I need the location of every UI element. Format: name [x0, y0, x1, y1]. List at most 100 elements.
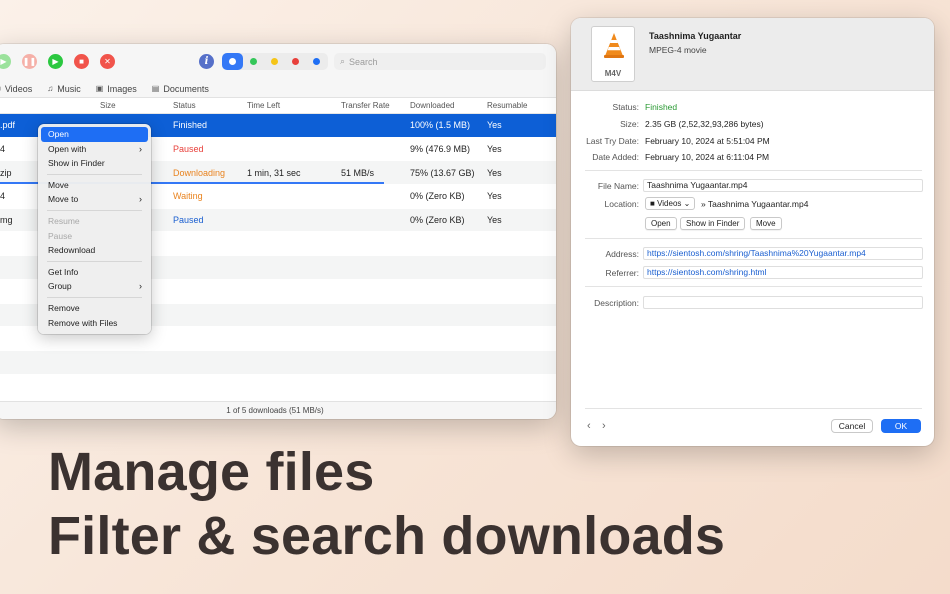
image-icon: ▣	[95, 84, 104, 93]
filter-green-button[interactable]	[243, 53, 264, 70]
divider	[585, 286, 922, 287]
open-button[interactable]: Open	[645, 217, 677, 230]
category-label: Documents	[163, 83, 209, 94]
file-title: Taashnima Yugaantar	[649, 31, 742, 41]
last-try-value: February 10, 2024 at 5:51:04 PM	[645, 136, 770, 146]
menu-label: Group	[48, 281, 72, 292]
resumable: Yes	[487, 215, 502, 226]
menu-label: Open with	[48, 143, 87, 154]
divider	[585, 408, 922, 409]
menu-show-in-finder[interactable]: Show in Finder	[41, 156, 148, 171]
downloaded: 75% (13.67 GB)	[410, 167, 475, 178]
menu-move-to[interactable]: Move to ›	[41, 192, 148, 207]
location-popup[interactable]: ■ Videos ⌄	[645, 197, 696, 210]
resume-all-button[interactable]: ▶	[0, 54, 11, 69]
category-videos[interactable]: ■ Videos	[0, 84, 32, 94]
info-button[interactable]: i	[199, 54, 214, 69]
chevron-left-icon[interactable]: ‹	[587, 420, 591, 432]
column-resumable[interactable]: Resumable	[487, 101, 527, 110]
search-input[interactable]: ⌕ Search	[334, 53, 546, 70]
column-status[interactable]: Status	[173, 101, 196, 110]
description-label: Description:	[594, 298, 639, 308]
menu-get-info[interactable]: Get Info	[41, 265, 148, 280]
menu-pause: Pause	[48, 230, 73, 241]
column-downloaded[interactable]: Downloaded	[410, 101, 454, 110]
file-name: zip	[0, 167, 12, 178]
resumable: Yes	[487, 120, 502, 131]
location-path: » Taashnima Yugaantar.mp4	[701, 199, 809, 209]
video-icon: ■	[0, 84, 1, 93]
file-name-field[interactable]: Taashnima Yugaantar.mp4	[643, 179, 923, 192]
filter-yellow-button[interactable]	[264, 53, 285, 70]
category-label: Images	[107, 83, 137, 94]
location-folder: Videos	[657, 199, 682, 208]
referrer-field[interactable]: https://sientosh.com/shring.html	[643, 266, 923, 279]
chevron-right-icon[interactable]: ›	[602, 420, 606, 432]
category-documents[interactable]: ▤ Documents	[152, 84, 209, 94]
status-text: Downloading	[173, 167, 226, 178]
menu-open-with[interactable]: Open with ›	[41, 142, 148, 157]
status-text: Waiting	[173, 191, 203, 202]
menu-separator	[47, 296, 142, 298]
divider	[585, 238, 922, 239]
search-placeholder: Search	[349, 56, 378, 67]
file-name: 4	[0, 144, 6, 155]
referrer-label: Referrer:	[605, 268, 639, 278]
menu-remove[interactable]: Remove	[41, 301, 148, 316]
menu-remove-with-files[interactable]: Remove with Files	[41, 316, 148, 331]
filter-all-button[interactable]	[222, 53, 243, 70]
headline-line-1: Manage files	[48, 442, 375, 502]
column-size[interactable]: Size	[100, 101, 116, 110]
move-button[interactable]: Move	[750, 217, 782, 230]
column-time-left[interactable]: Time Left	[247, 101, 280, 110]
size-label: Size:	[620, 119, 639, 129]
file-name: 4	[0, 191, 6, 202]
resumable: Yes	[487, 191, 502, 202]
toolbar: ▶ ❚❚ ▶ ■ ✕ i ⌕ Search	[0, 44, 556, 80]
table-header: Size Status Time Left Transfer Rate Down…	[0, 98, 556, 114]
pause-all-button[interactable]: ❚❚	[22, 54, 37, 69]
category-images[interactable]: ▣ Images	[96, 84, 137, 94]
menu-open[interactable]: Open	[41, 127, 148, 142]
filter-blue-button[interactable]	[306, 53, 327, 70]
chevron-right-icon: ›	[139, 281, 142, 292]
description-field[interactable]	[643, 296, 923, 309]
menu-redownload[interactable]: Redownload	[41, 243, 148, 258]
file-name: .pdf	[0, 120, 16, 131]
context-menu: Open Open with › Show in Finder Move Move…	[38, 124, 151, 334]
ok-button[interactable]: OK	[881, 419, 921, 433]
category-music[interactable]: ♫ Music	[47, 84, 81, 94]
headline-line-2: Filter & search downloads	[48, 506, 726, 566]
empty-row	[0, 350, 556, 375]
file-type: MPEG-4 movie	[649, 45, 707, 55]
music-icon: ♫	[47, 84, 54, 93]
show-in-finder-button[interactable]: Show in Finder	[680, 217, 746, 230]
status-text: Paused	[173, 215, 204, 226]
transfer-rate: 51 MB/s	[341, 167, 375, 178]
downloaded: 0% (Zero KB)	[410, 215, 465, 226]
stop-button[interactable]: ■	[74, 54, 89, 69]
resumable: Yes	[487, 167, 502, 178]
last-try-label: Last Try Date:	[586, 136, 639, 146]
filter-red-button[interactable]	[285, 53, 306, 70]
color-filter-group	[222, 53, 328, 70]
column-transfer-rate[interactable]: Transfer Rate	[341, 101, 390, 110]
video-icon: ■	[650, 199, 655, 208]
file-name-label: File Name:	[597, 181, 639, 191]
menu-group[interactable]: Group ›	[41, 279, 148, 294]
size-value: 2.35 GB (2,52,32,93,286 bytes)	[645, 119, 764, 129]
category-bar: ■ Videos ♫ Music ▣ Images ▤ Documents	[0, 80, 556, 98]
menu-move[interactable]: Move	[41, 178, 148, 193]
status-text: Paused	[173, 144, 204, 155]
address-field[interactable]: https://sientosh.com/shring/Taashnima%20…	[643, 247, 923, 260]
chevron-down-icon: ⌄	[683, 199, 691, 208]
category-label: Videos	[4, 83, 33, 94]
cancel-button[interactable]: Cancel	[831, 419, 873, 433]
date-added-label: Date Added:	[592, 152, 639, 162]
downloaded: 0% (Zero KB)	[410, 191, 465, 202]
remove-button[interactable]: ✕	[100, 54, 115, 69]
start-button[interactable]: ▶	[48, 54, 63, 69]
menu-separator	[47, 209, 142, 211]
info-panel: M4V Taashnima Yugaantar MPEG-4 movie Sta…	[571, 18, 934, 446]
file-extension: M4V	[604, 69, 622, 78]
